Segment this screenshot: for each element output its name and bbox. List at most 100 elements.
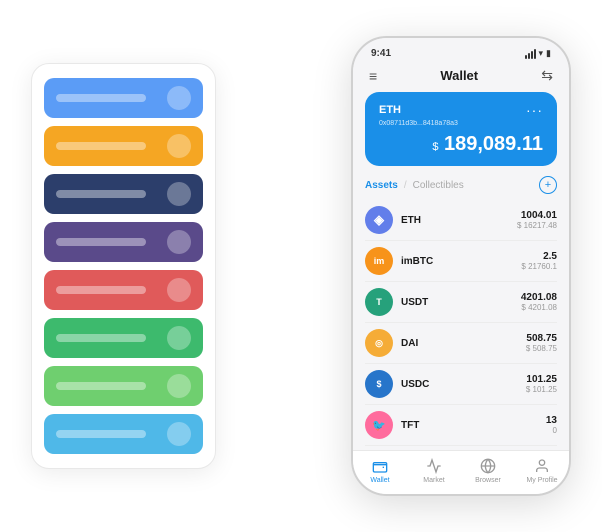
usdc-icon: $ [365, 370, 393, 398]
tab-collectibles[interactable]: Collectibles [413, 180, 464, 191]
status-time: 9:41 [371, 48, 391, 59]
list-item [44, 270, 203, 310]
asset-usd: $ 101.25 [526, 385, 557, 394]
nav-wallet-label: Wallet [370, 477, 389, 484]
market-nav-icon [425, 457, 443, 475]
table-row: ◎ DAI 508.75 $ 508.75 [365, 323, 557, 364]
tft-icon: 🐦 [365, 411, 393, 439]
asset-amount: 1004.01 [517, 210, 557, 221]
asset-values-usdt: 4201.08 $ 4201.08 [521, 292, 557, 312]
tab-assets[interactable]: Assets [365, 180, 398, 191]
asset-name-dai: DAI [401, 338, 526, 349]
nav-browser[interactable]: Browser [461, 457, 515, 484]
card-icon [167, 278, 191, 302]
status-icons: ▾ ▮ [525, 48, 551, 59]
list-item [44, 414, 203, 454]
currency-prefix: $ [432, 141, 438, 153]
assets-header: Assets / Collectibles + [365, 176, 557, 194]
table-row: T USDT 4201.08 $ 4201.08 [365, 282, 557, 323]
list-item [44, 126, 203, 166]
asset-values-tft: 13 0 [546, 415, 557, 435]
phone-frame: 9:41 ▾ ▮ ≡ Wallet ⇆ ETH [351, 36, 571, 496]
asset-amount: 2.5 [521, 251, 557, 262]
asset-name-tft: TFT [401, 420, 546, 431]
asset-name-eth: ETH [401, 215, 517, 226]
asset-name-imbtc: imBTC [401, 256, 521, 267]
nav-profile-label: My Profile [526, 477, 557, 484]
nav-wallet[interactable]: Wallet [353, 457, 407, 484]
eth-card-header: ETH ··· [379, 102, 543, 118]
asset-values-imbtc: 2.5 $ 21760.1 [521, 251, 557, 271]
nav-market[interactable]: Market [407, 457, 461, 484]
card-icon [167, 182, 191, 206]
wallet-nav-icon [371, 457, 389, 475]
asset-amount: 101.25 [526, 374, 557, 385]
card-icon [167, 134, 191, 158]
card-label-bar [56, 190, 146, 198]
battery-icon: ▮ [546, 48, 551, 59]
asset-amount: 508.75 [526, 333, 557, 344]
nav-browser-label: Browser [475, 477, 501, 484]
asset-name-usdc: USDC [401, 379, 526, 390]
asset-amount: 4201.08 [521, 292, 557, 303]
eth-card-balance: $ 189,089.11 [379, 133, 543, 156]
table-row: 🐦 TFT 13 0 [365, 405, 557, 446]
usdt-icon: T [365, 288, 393, 316]
phone-header: ≡ Wallet ⇆ [353, 63, 569, 92]
card-icon [167, 374, 191, 398]
asset-usd: $ 4201.08 [521, 303, 557, 312]
card-label-bar [56, 334, 146, 342]
card-stack [31, 63, 216, 469]
card-icon [167, 86, 191, 110]
eth-card-address: 0x08711d3b...8418a78a3 [379, 120, 543, 127]
eth-card-name: ETH [379, 104, 401, 116]
list-item [44, 174, 203, 214]
status-bar: 9:41 ▾ ▮ [353, 38, 569, 63]
page-title: Wallet [440, 68, 478, 83]
asset-values-dai: 508.75 $ 508.75 [526, 333, 557, 353]
eth-card-options-icon[interactable]: ··· [526, 102, 543, 118]
nav-market-label: Market [423, 477, 444, 484]
balance-amount: 189,089.11 [444, 133, 543, 155]
eth-wallet-card[interactable]: ETH ··· 0x08711d3b...8418a78a3 $ 189,089… [365, 92, 557, 166]
card-icon [167, 422, 191, 446]
expand-icon[interactable]: ⇆ [541, 67, 553, 84]
menu-icon[interactable]: ≡ [369, 68, 377, 84]
asset-list: ◈ ETH 1004.01 $ 16217.48 im imBTC 2.5 $ … [365, 200, 557, 450]
assets-tabs: Assets / Collectibles [365, 180, 464, 191]
table-row: ◈ ETH 1004.01 $ 16217.48 [365, 200, 557, 241]
eth-icon: ◈ [365, 206, 393, 234]
table-row: im imBTC 2.5 $ 21760.1 [365, 241, 557, 282]
card-label-bar [56, 286, 146, 294]
card-label-bar [56, 382, 146, 390]
add-asset-button[interactable]: + [539, 176, 557, 194]
table-row: $ USDC 101.25 $ 101.25 [365, 364, 557, 405]
card-icon [167, 230, 191, 254]
profile-nav-icon [533, 457, 551, 475]
asset-values-eth: 1004.01 $ 16217.48 [517, 210, 557, 230]
browser-nav-icon [479, 457, 497, 475]
asset-amount: 13 [546, 415, 557, 426]
tab-separator: / [404, 180, 407, 191]
wifi-icon: ▾ [539, 48, 544, 59]
dai-icon: ◎ [365, 329, 393, 357]
asset-usd: 0 [546, 426, 557, 435]
nav-profile[interactable]: My Profile [515, 457, 569, 484]
asset-usd: $ 508.75 [526, 344, 557, 353]
card-label-bar [56, 94, 146, 102]
phone-content: ETH ··· 0x08711d3b...8418a78a3 $ 189,089… [353, 92, 569, 450]
asset-usd: $ 16217.48 [517, 221, 557, 230]
list-item [44, 366, 203, 406]
list-item [44, 318, 203, 358]
list-item [44, 78, 203, 118]
imbtc-icon: im [365, 247, 393, 275]
asset-name-usdt: USDT [401, 297, 521, 308]
asset-values-usdc: 101.25 $ 101.25 [526, 374, 557, 394]
card-label-bar [56, 430, 146, 438]
card-label-bar [56, 238, 146, 246]
scene: 9:41 ▾ ▮ ≡ Wallet ⇆ ETH [21, 21, 581, 511]
signal-icon [525, 49, 536, 59]
list-item [44, 222, 203, 262]
card-icon [167, 326, 191, 350]
card-label-bar [56, 142, 146, 150]
